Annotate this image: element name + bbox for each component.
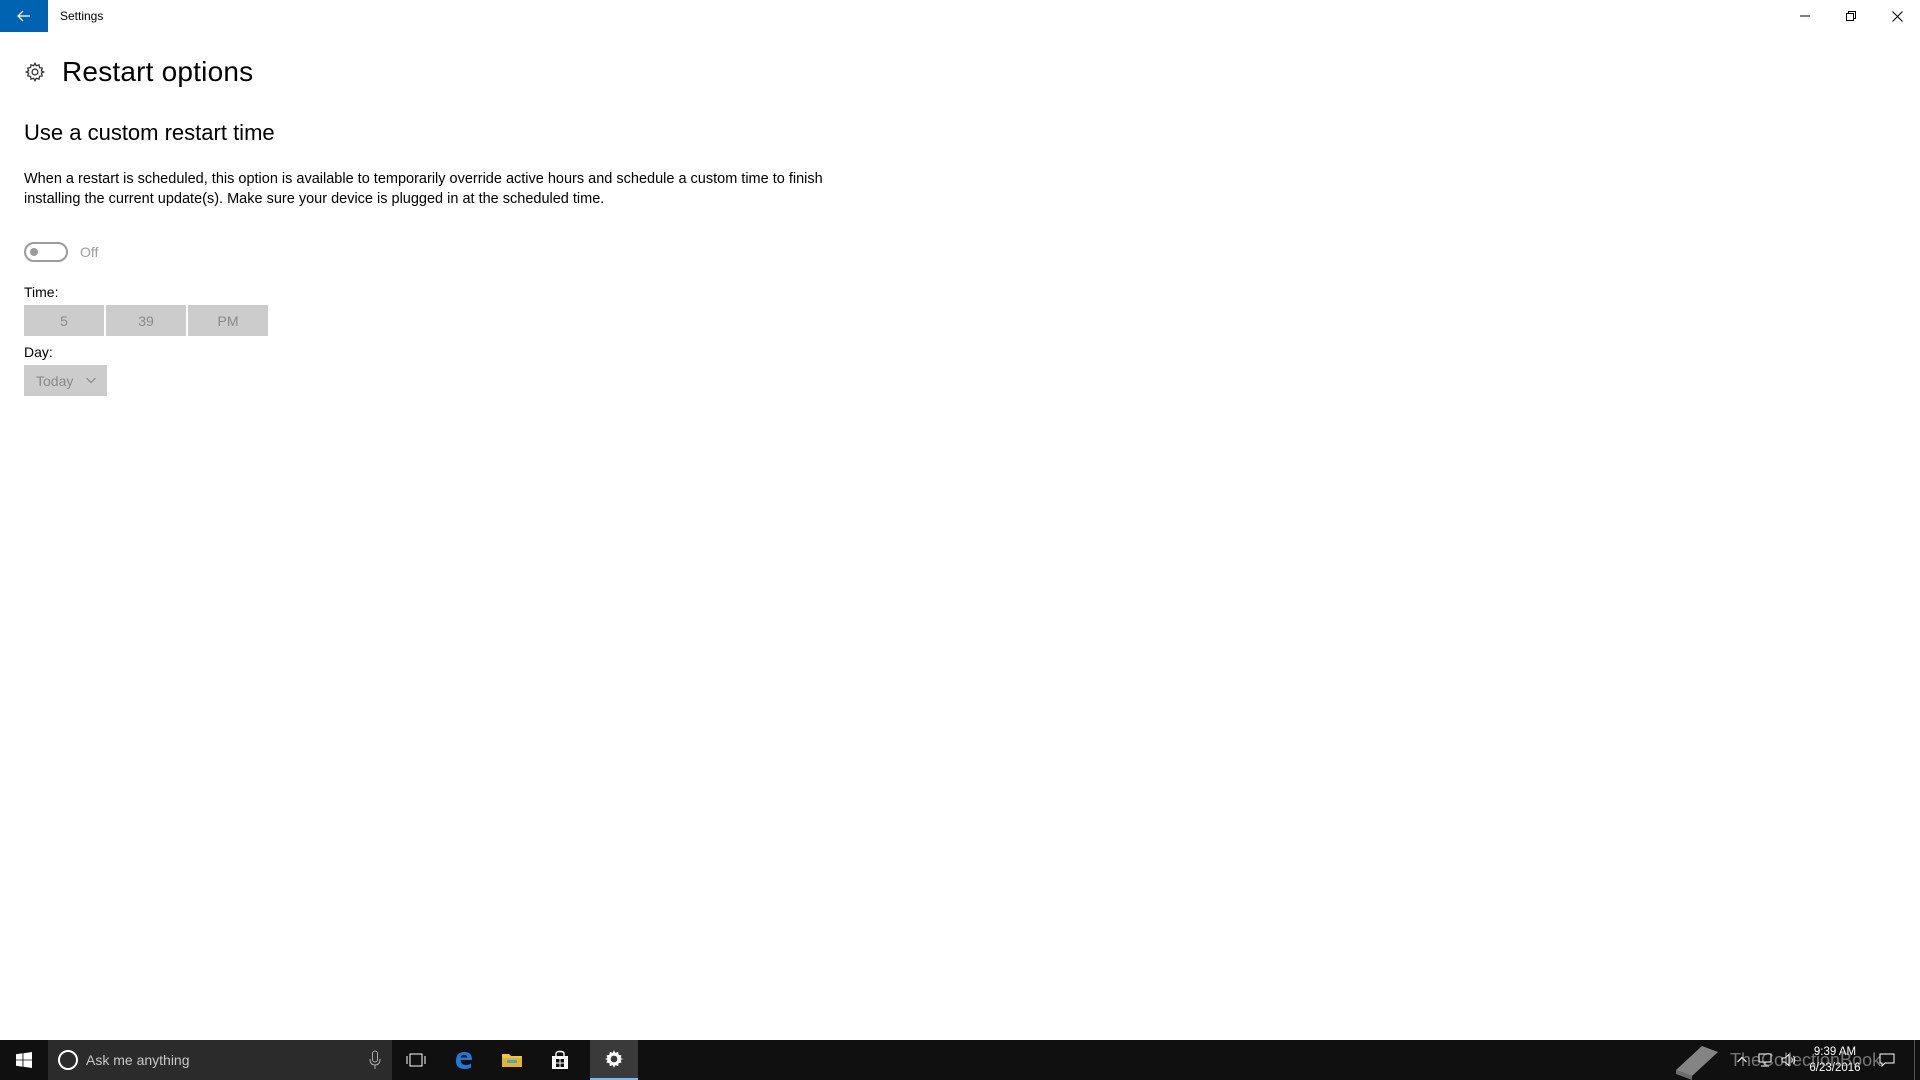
restore-button[interactable] [1828,0,1874,32]
restore-icon [1846,11,1856,21]
clock-date: 6/23/2016 [1809,1062,1861,1074]
section-description: When a restart is scheduled, this option… [24,171,823,207]
edge-icon [456,1052,472,1069]
gear-icon [24,61,46,83]
search-input[interactable] [86,1052,356,1068]
task-view-button[interactable] [392,1040,440,1080]
chevron-up-icon [1737,1056,1747,1063]
custom-restart-toggle-row: Off [24,241,98,263]
time-hour[interactable]: 5 [24,305,104,336]
section-title: Use a custom restart time [24,120,275,145]
volume-button[interactable] [1778,1040,1800,1080]
network-button[interactable] [1754,1040,1776,1080]
show-hidden-icons-button[interactable] [1732,1040,1752,1080]
windows-logo-icon [16,1052,32,1068]
folder-icon [502,1054,522,1067]
page-header: Restart options [24,52,253,92]
chevron-down-icon [86,377,96,384]
start-button[interactable] [0,1040,48,1080]
settings-gear-icon [604,1050,624,1068]
task-view-icon [406,1053,426,1067]
taskbar-clock[interactable]: 9:39 AM 6/23/2016 [1800,1044,1870,1076]
day-dropdown[interactable]: Today [24,365,107,396]
minimize-icon [1800,15,1810,17]
title-bar: Settings [0,0,1920,32]
app-title: Settings [60,9,104,23]
action-center-button[interactable] [1872,1040,1902,1080]
day-label: Day: [24,344,53,360]
time-label: Time: [24,284,59,300]
show-desktop-button[interactable] [1914,1040,1920,1080]
edge-button[interactable] [440,1040,488,1080]
minimize-button[interactable] [1782,0,1828,32]
close-icon [1891,10,1903,22]
clock-time: 9:39 AM [1813,1046,1857,1058]
time-picker[interactable]: 5 39 PM [24,305,268,336]
time-period[interactable]: PM [188,305,268,336]
store-button[interactable] [536,1040,584,1080]
search-box[interactable] [48,1040,392,1080]
day-dropdown-value: Today [36,372,74,389]
toggle-knob [30,248,38,256]
notification-icon [1879,1053,1895,1067]
file-explorer-button[interactable] [488,1040,536,1080]
settings-taskbar-button[interactable] [590,1040,638,1080]
time-minute[interactable]: 39 [106,305,186,336]
close-button[interactable] [1874,0,1920,32]
toggle-state-label: Off [80,244,99,260]
custom-restart-toggle[interactable] [24,242,68,262]
taskbar: 9:39 AM 6/23/2016 [0,1040,1920,1080]
store-icon [552,1050,568,1069]
page-title: Restart options [62,56,254,87]
microphone-icon[interactable] [368,1050,382,1070]
cortana-icon [58,1050,78,1070]
speaker-icon [1781,1053,1796,1067]
back-arrow-icon [17,10,30,22]
back-button[interactable] [0,0,48,32]
network-icon [1758,1053,1772,1067]
